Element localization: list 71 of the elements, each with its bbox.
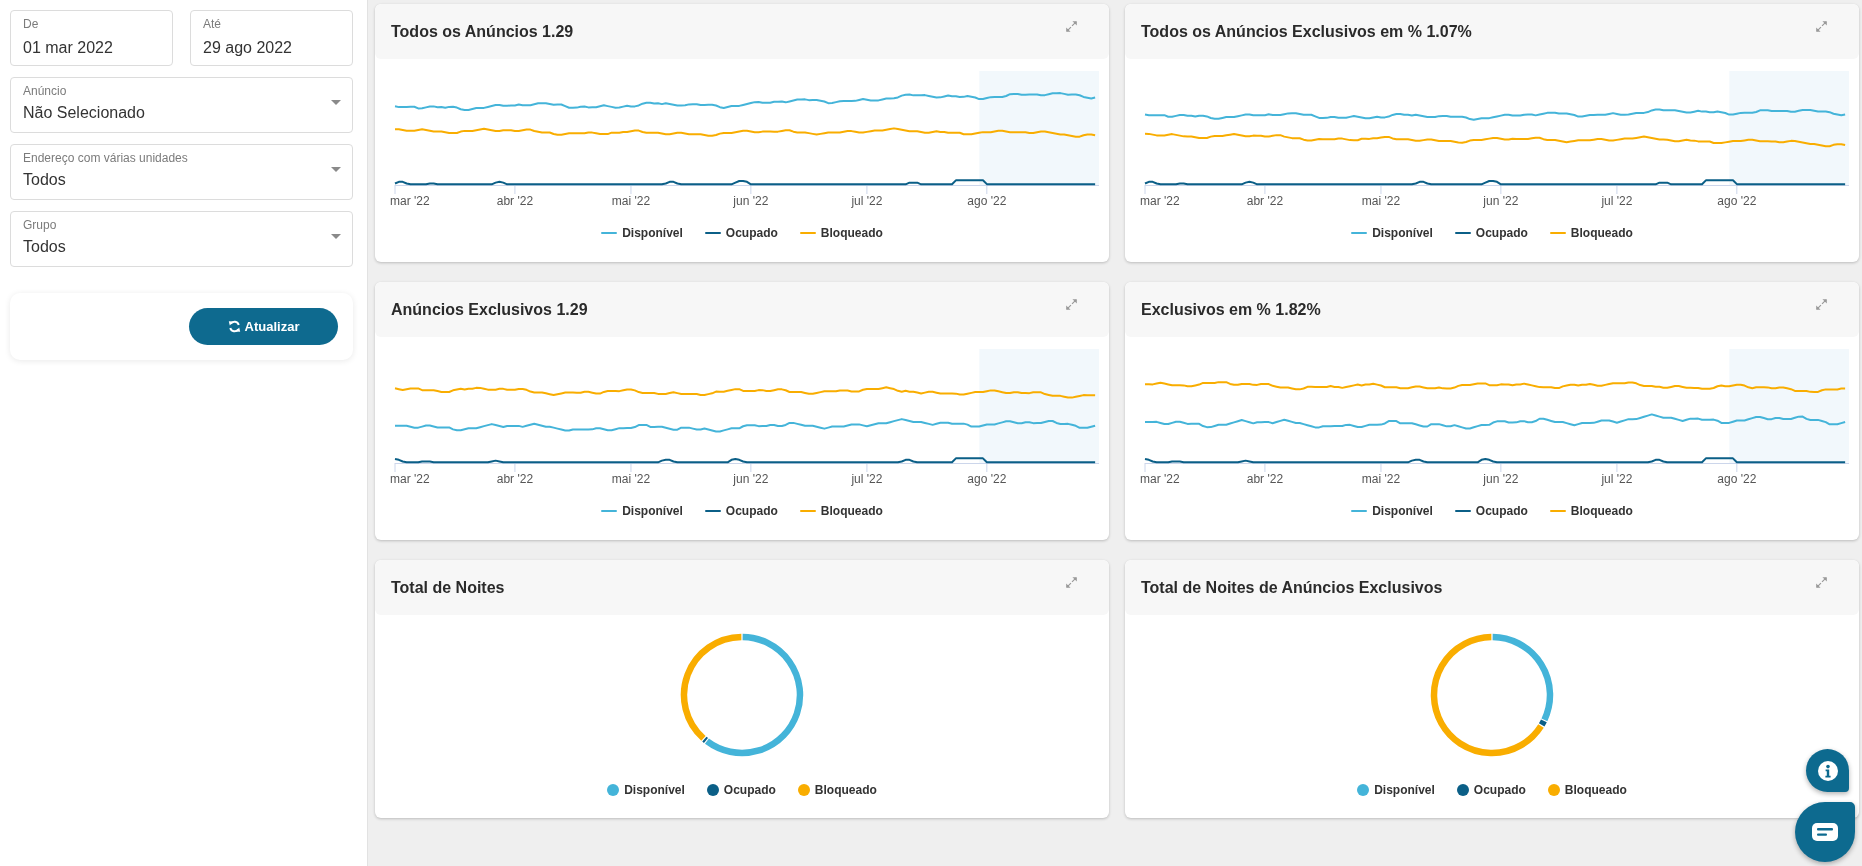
select-field[interactable]: Grupo Todos (10, 211, 353, 267)
axis-label: mai '22 (1361, 193, 1401, 209)
legend-label: Disponível (624, 782, 685, 798)
axis-label: mai '22 (611, 471, 651, 487)
axis-label: mai '22 (1361, 471, 1401, 487)
field-label: De (23, 16, 39, 32)
date-field[interactable]: De 01 mar 2022 (10, 10, 173, 66)
date-field[interactable]: Até 29 ago 2022 (190, 10, 353, 66)
axis-label: jul '22 (1601, 193, 1633, 209)
refresh-button[interactable]: Atualizar (189, 308, 338, 345)
axis-label: jun '22 (1483, 471, 1519, 487)
axis-label: abr '22 (1246, 193, 1284, 209)
card-title: Total de Noites (391, 578, 505, 597)
field-label: Endereço com várias unidades (23, 150, 188, 166)
caret-icon (331, 234, 341, 239)
axis-label: jun '22 (1483, 193, 1519, 209)
caret-icon (331, 100, 341, 105)
axis-label: jul '22 (1601, 471, 1633, 487)
card-title: Exclusivos em % 1.82% (1141, 300, 1321, 319)
select-field[interactable]: Anúncio Não Selecionado (10, 77, 353, 133)
axis-label: jun '22 (733, 471, 769, 487)
axis-label: jun '22 (733, 193, 769, 209)
legend-label: Disponível (1372, 225, 1433, 241)
legend-label: Ocupado (725, 225, 778, 241)
legend-label: Bloqueado (820, 503, 883, 519)
axis-label: mar '22 (390, 471, 430, 487)
axis-label: abr '22 (1246, 471, 1284, 487)
legend-label: Bloqueado (1564, 782, 1627, 798)
axis-label: ago '22 (1717, 193, 1757, 209)
expand-icon[interactable] (1066, 21, 1077, 32)
card-title: Anúncios Exclusivos 1.29 (391, 300, 588, 319)
axis-label: ago '22 (1717, 471, 1757, 487)
legend-label: Ocupado (1473, 782, 1526, 798)
axis-label: ago '22 (967, 193, 1007, 209)
card-title: Todos os Anúncios Exclusivos em % 1.07% (1141, 22, 1472, 41)
info-icon (1817, 760, 1838, 781)
axis-label: ago '22 (967, 471, 1007, 487)
axis-label: jul '22 (851, 193, 883, 209)
axis-label: mar '22 (390, 193, 430, 209)
refresh-icon (227, 320, 241, 333)
legend-label: Ocupado (1475, 225, 1528, 241)
expand-icon[interactable] (1816, 299, 1827, 310)
expand-icon[interactable] (1816, 21, 1827, 32)
expand-icon[interactable] (1066, 299, 1077, 310)
legend-label: Disponível (622, 225, 683, 241)
axis-label: mar '22 (1140, 471, 1180, 487)
card-title: Total de Noites de Anúncios Exclusivos (1141, 578, 1443, 597)
card-title: Todos os Anúncios 1.29 (391, 22, 574, 41)
axis-label: abr '22 (496, 193, 534, 209)
axis-label: mai '22 (611, 193, 651, 209)
expand-icon[interactable] (1816, 577, 1827, 588)
select-field[interactable]: Endereço com várias unidades Todos (10, 144, 353, 200)
legend-label: Ocupado (725, 503, 778, 519)
legend-label: Bloqueado (1570, 503, 1633, 519)
legend-label: Ocupado (1475, 503, 1528, 519)
legend-label: Disponível (622, 503, 683, 519)
legend-label: Bloqueado (1570, 225, 1633, 241)
field-label: Anúncio (23, 83, 67, 99)
legend-label: Bloqueado (820, 225, 883, 241)
expand-icon[interactable] (1066, 577, 1077, 588)
field-label: Até (203, 16, 221, 32)
legend-label: Bloqueado (814, 782, 877, 798)
caret-icon (331, 167, 341, 172)
legend-label: Disponível (1372, 503, 1433, 519)
chat-icon (1812, 823, 1838, 841)
axis-label: abr '22 (496, 471, 534, 487)
legend-label: Disponível (1374, 782, 1435, 798)
field-label: Grupo (23, 217, 57, 233)
axis-label: mar '22 (1140, 193, 1180, 209)
legend-label: Ocupado (723, 782, 776, 798)
axis-label: jul '22 (851, 471, 883, 487)
